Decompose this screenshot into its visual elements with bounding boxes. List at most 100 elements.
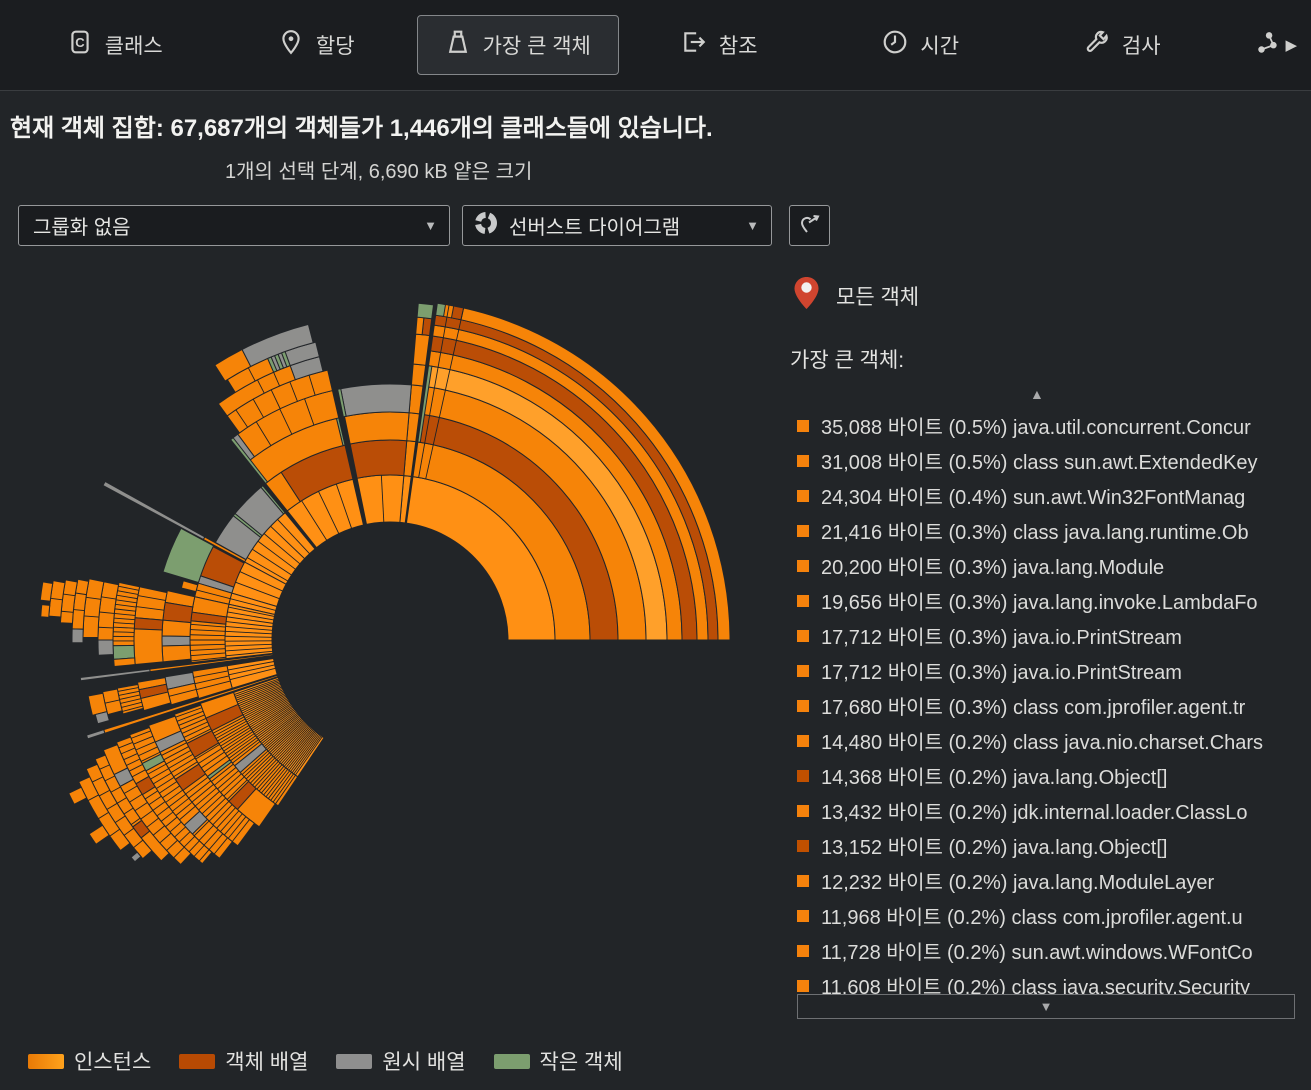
list-item[interactable]: 20,200 바이트 (0.3%) java.lang.Module bbox=[797, 548, 1295, 583]
tab-bar: C 클래스 할당 가장 큰 객체 참조 시간 검사 ▶ bbox=[0, 0, 1311, 91]
list-item-label: 35,088 바이트 (0.5%) java.util.concurrent.C… bbox=[821, 417, 1251, 439]
sunburst-segment[interactable] bbox=[79, 668, 151, 682]
scroll-down-button[interactable]: ▼ bbox=[797, 994, 1295, 1019]
sunburst-segment[interactable] bbox=[161, 635, 191, 647]
sunburst-segment[interactable] bbox=[133, 628, 164, 666]
tab-3[interactable]: 가장 큰 객체 bbox=[417, 15, 619, 75]
legend-swatch bbox=[28, 1053, 64, 1069]
tab-1[interactable]: C 클래스 bbox=[14, 15, 216, 75]
tab-label: 참조 bbox=[718, 35, 758, 58]
list-item[interactable]: 17,712 바이트 (0.3%) java.io.PrintStream bbox=[797, 618, 1295, 653]
list-item[interactable]: 17,680 바이트 (0.3%) class com.jprofiler.ag… bbox=[797, 688, 1295, 723]
list-item-label: 14,480 바이트 (0.2%) class java.nio.charset… bbox=[821, 732, 1264, 754]
view-type-dropdown[interactable]: 선버스트 다이어그램 ▼ bbox=[462, 205, 772, 246]
sunburst-segment[interactable] bbox=[410, 363, 427, 387]
sunburst-segment[interactable] bbox=[180, 580, 199, 593]
sunburst-segment[interactable] bbox=[112, 644, 136, 660]
list-item[interactable]: 14,368 바이트 (0.2%) java.lang.Object[] bbox=[797, 758, 1295, 793]
object-bullet-icon bbox=[797, 524, 809, 537]
tab-label: 할당 bbox=[315, 35, 355, 58]
sunburst-segment[interactable] bbox=[134, 586, 168, 621]
object-bullet-icon bbox=[797, 909, 809, 922]
legend-swatch bbox=[493, 1053, 530, 1069]
biggest-objects-view: C 클래스 할당 가장 큰 객체 참조 시간 검사 ▶ 현재 객체 집합: 67,687개의 … bbox=[0, 0, 1311, 1090]
list-item[interactable]: 13,152 바이트 (0.2%) java.lang.Object[] bbox=[797, 828, 1295, 863]
sunburst-segment[interactable] bbox=[40, 604, 51, 618]
list-item[interactable]: 11,728 바이트 (0.2%) sun.awt.windows.WFontC… bbox=[797, 933, 1295, 968]
sunburst-segment[interactable] bbox=[133, 617, 164, 631]
legend-label: 객체 배열 bbox=[225, 1051, 309, 1074]
sunburst-segment[interactable] bbox=[113, 657, 136, 668]
sunburst-segment[interactable] bbox=[71, 628, 84, 644]
grouping-dropdown[interactable]: 그룹화 없음 ▼ bbox=[18, 205, 450, 246]
list-item[interactable]: 11,968 바이트 (0.2%) class com.jprofiler.ag… bbox=[797, 898, 1295, 933]
biggest-objects-list-title: 가장 큰 객체: bbox=[790, 349, 905, 372]
list-item[interactable]: 35,088 바이트 (0.5%) java.util.concurrent.C… bbox=[797, 408, 1295, 443]
sunburst-segment[interactable] bbox=[415, 316, 425, 336]
list-item[interactable]: 12,232 바이트 (0.2%) java.lang.ModuleLayer bbox=[797, 863, 1295, 898]
sunburst-segment[interactable] bbox=[97, 639, 114, 656]
overflow-arrow-icon: ▶ bbox=[1285, 37, 1297, 54]
biggest-objects-list: 35,088 바이트 (0.5%) java.util.concurrent.C… bbox=[797, 408, 1295, 996]
sunburst-chart[interactable] bbox=[0, 258, 780, 1033]
sunburst-segment[interactable] bbox=[416, 302, 435, 320]
chart-legend: 인스턴스 객체 배열 원시 배열 작은 객체 bbox=[28, 1046, 623, 1076]
sunburst-diagram-icon bbox=[473, 210, 499, 242]
sunburst-segment[interactable] bbox=[435, 302, 447, 317]
scroll-down-arrow: ▼ bbox=[1039, 999, 1053, 1014]
list-item-label: 11,608 바이트 (0.2%) class java.security.Se… bbox=[821, 977, 1251, 996]
selection-step-subtitle: 1개의 선택 단계, 6,690 kB 얕은 크기 bbox=[225, 161, 533, 183]
wrench-icon bbox=[1084, 29, 1110, 61]
marker-row: 모든 객체 bbox=[793, 276, 919, 316]
sunburst-segment[interactable] bbox=[85, 729, 106, 740]
object-bullet-icon bbox=[797, 454, 809, 467]
list-item[interactable]: 24,304 바이트 (0.4%) sun.awt.Win32FontManag bbox=[797, 478, 1295, 513]
object-bullet-icon bbox=[797, 699, 809, 712]
tab-4[interactable]: 참조 bbox=[619, 15, 821, 75]
object-bullet-icon bbox=[797, 594, 809, 607]
more-views-button[interactable]: ▶ bbox=[1223, 30, 1297, 61]
graph-icon bbox=[1255, 30, 1281, 61]
tab-6[interactable]: 검사 bbox=[1022, 15, 1224, 75]
pin-icon bbox=[278, 29, 304, 61]
marker-label: 모든 객체 bbox=[836, 286, 920, 309]
sunburst-divider bbox=[113, 631, 135, 633]
object-bullet-icon bbox=[797, 804, 809, 817]
object-bullet-icon bbox=[797, 874, 809, 887]
list-item[interactable]: 13,432 바이트 (0.2%) jdk.internal.loader.Cl… bbox=[797, 793, 1295, 828]
tab-2[interactable]: 할당 bbox=[216, 15, 418, 75]
tab-label: 가장 큰 객체 bbox=[482, 35, 591, 58]
list-item[interactable]: 11,608 바이트 (0.2%) class java.security.Se… bbox=[797, 968, 1295, 996]
sunburst-segment[interactable] bbox=[102, 480, 206, 541]
sunburst-segment[interactable] bbox=[356, 474, 405, 525]
object-bullet-icon bbox=[797, 734, 809, 747]
sunburst-segment[interactable] bbox=[412, 333, 431, 366]
legend-swatch bbox=[179, 1053, 216, 1069]
sunburst-segment[interactable] bbox=[161, 619, 192, 638]
list-item-label: 31,008 바이트 (0.5%) class sun.awt.Extended… bbox=[821, 452, 1258, 474]
tab-5[interactable]: 시간 bbox=[820, 15, 1022, 75]
scroll-up-arrow[interactable]: ▲ bbox=[1030, 386, 1044, 402]
sunburst-segment[interactable] bbox=[343, 411, 410, 445]
sunburst-segment[interactable] bbox=[349, 439, 408, 479]
list-item-label: 17,712 바이트 (0.3%) java.io.PrintStream bbox=[821, 627, 1182, 649]
weight-icon bbox=[445, 29, 471, 61]
list-item-label: 13,152 바이트 (0.2%) java.lang.Object[] bbox=[821, 837, 1168, 859]
object-bullet-icon bbox=[797, 944, 809, 957]
legend-label: 작은 객체 bbox=[539, 1051, 623, 1074]
tab-label: 클래스 bbox=[104, 35, 163, 58]
list-item[interactable]: 17,712 바이트 (0.3%) java.io.PrintStream bbox=[797, 653, 1295, 688]
list-item[interactable]: 19,656 바이트 (0.3%) java.lang.invoke.Lambd… bbox=[797, 583, 1295, 618]
sunburst-segment[interactable] bbox=[340, 383, 412, 417]
legend-label: 인스턴스 bbox=[74, 1051, 152, 1074]
grouping-dropdown-value: 그룹화 없음 bbox=[33, 217, 131, 239]
chevron-down-icon: ▼ bbox=[746, 218, 759, 233]
list-item[interactable]: 31,008 바이트 (0.5%) class sun.awt.Extended… bbox=[797, 443, 1295, 478]
list-item[interactable]: 14,480 바이트 (0.2%) class java.nio.charset… bbox=[797, 723, 1295, 758]
tab-label: 시간 bbox=[920, 35, 960, 58]
chevron-down-icon: ▼ bbox=[424, 218, 437, 233]
tab-label: 검사 bbox=[1121, 35, 1161, 58]
sunburst-segment[interactable] bbox=[161, 644, 192, 663]
list-item[interactable]: 21,416 바이트 (0.3%) class java.lang.runtim… bbox=[797, 513, 1295, 548]
mark-current-values-button[interactable] bbox=[789, 205, 830, 246]
